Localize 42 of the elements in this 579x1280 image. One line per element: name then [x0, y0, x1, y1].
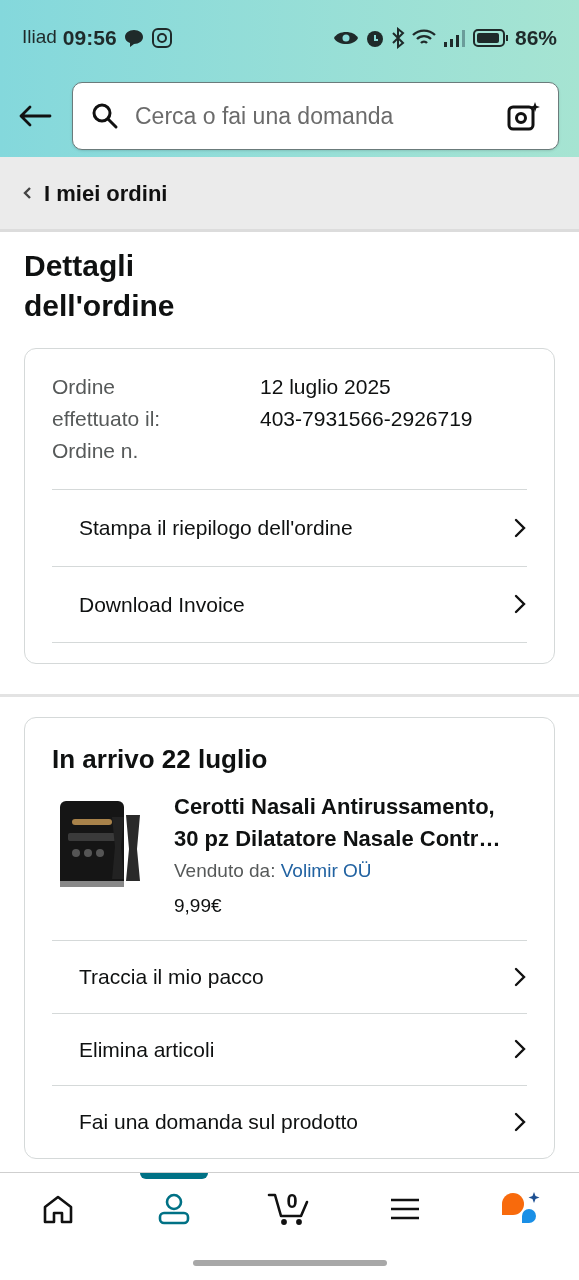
order-label: Ordine effettuato il:	[52, 374, 162, 432]
chevron-right-icon	[513, 1110, 527, 1133]
carrier-name: Iliad	[22, 25, 57, 50]
search-field[interactable]: Cerca o fai una domanda	[135, 98, 490, 134]
page-title: Dettagli dell'ordine	[23, 248, 176, 324]
product-title[interactable]: Cerotti Nasali Antirussamento, 30 pz Dilatatore Nasale Contr…	[174, 791, 510, 855]
home-icon	[41, 1194, 74, 1224]
order-value: 12 luglio 2025	[260, 374, 392, 400]
product-price: 9,99€	[174, 893, 223, 918]
search-bar[interactable]: Cerca o fai una domanda	[72, 82, 559, 150]
chat-icon	[122, 27, 145, 48]
chevron-right-icon	[513, 593, 527, 616]
delivery-title: In arrivo 22 luglio	[51, 743, 269, 776]
battery-percentage: 86%	[514, 24, 557, 51]
action-row[interactable]: Stampa il riepilogo dell'ordine	[52, 489, 527, 566]
action-row[interactable]: Fai una domanda sul prodotto	[52, 1085, 527, 1158]
battery-icon	[472, 27, 509, 48]
action-row[interactable]: Download Invoice	[52, 565, 527, 642]
clock: 09:56	[62, 24, 117, 51]
order-value: 403-7931566-2926719	[260, 406, 473, 432]
chevron-right-icon	[513, 965, 527, 988]
action-row[interactable]: Traccia il mio pacco	[52, 940, 527, 1013]
order-label: Ordine n.	[52, 438, 140, 464]
eye-icon	[332, 29, 359, 46]
nav-tab[interactable]: 0	[231, 1173, 348, 1245]
person-icon	[156, 1193, 191, 1225]
camera-app-icon	[150, 26, 173, 49]
action-row[interactable]: Elimina articoli	[52, 1012, 527, 1085]
seller-line: Venduto da: Volimir OÜ	[174, 859, 373, 883]
back-arrow-icon[interactable]	[18, 104, 52, 128]
signal-icon	[442, 27, 467, 48]
menu-icon	[390, 1197, 421, 1221]
search-icon	[91, 102, 119, 130]
camera-icon[interactable]	[506, 100, 540, 132]
bluetooth-icon	[390, 26, 405, 49]
chevron-right-icon	[513, 1038, 527, 1061]
breadcrumb-link[interactable]: I miei ordini	[0, 157, 579, 232]
chevron-left-icon	[22, 185, 32, 201]
seller-link[interactable]: Volimir OÜ	[280, 860, 372, 881]
active-tab-indicator	[139, 1173, 208, 1179]
cart-count: 0	[286, 1189, 298, 1214]
chevron-right-icon	[513, 516, 527, 539]
